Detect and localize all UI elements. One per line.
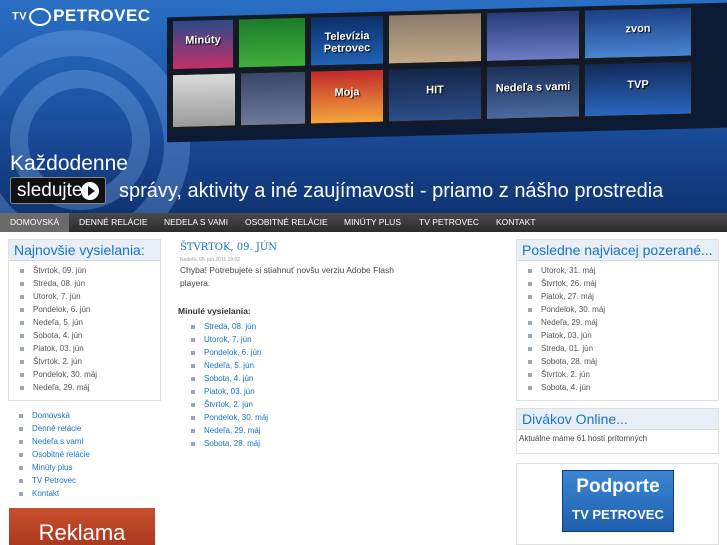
online-viewers-count: Aktuálne máme 61 hostí prítomných [519, 434, 648, 443]
nav-item-nedela-s-vami[interactable]: NEDELA S VAMI [154, 213, 238, 232]
watch-button[interactable]: sledujte [10, 177, 106, 204]
side-menu-item-domovska[interactable]: Domovská [8, 409, 158, 422]
monitor-tile: HIT [387, 65, 483, 124]
logo-name: PETROVEC [53, 6, 151, 25]
side-menu-item-denne-relacie[interactable]: Denné relácie [8, 422, 158, 435]
monitor-tile: Nedeľa s vami [485, 62, 581, 122]
latest-broadcasts-list: Štvrtok, 09. jún Streda, 08. jún Utorok,… [9, 261, 160, 394]
side-menu-item-nedela-s-vami[interactable]: Nedeľa s vami [8, 435, 158, 448]
monitor-tile [237, 15, 307, 70]
play-icon [81, 182, 99, 200]
list-item[interactable]: Štvrtok, 2. jún [517, 368, 718, 381]
side-menu-item-tv-petrovec[interactable]: TV Petrovec [8, 474, 158, 487]
monitor-wall: Minúty Televízia Petrovec zvon Moja HIT … [167, 2, 727, 143]
site-logo[interactable]: TV PETROVEC [12, 6, 151, 26]
latest-broadcasts-box: Najnovšie vysielania: Štvrtok, 09. jún S… [8, 239, 161, 401]
list-item[interactable]: Utorok, 31. máj [517, 264, 718, 277]
monitor-tile [387, 11, 483, 66]
most-viewed-list: Utorok, 31. máj Štvrtok, 26. máj Piatok,… [517, 261, 718, 394]
list-item[interactable]: Pondelok, 6. jún [180, 346, 380, 359]
most-viewed-box: Posledne najviacej pozerané... Utorok, 3… [516, 239, 719, 401]
nav-item-kontakt[interactable]: KONTAKT [486, 213, 546, 232]
list-item[interactable]: Utorok, 7. jún [180, 333, 380, 346]
list-item[interactable]: Pondelok, 6. jún [9, 303, 160, 316]
main-navigation: DOMOVSKÁ DENNÉ RELÁCIE NEDELA S VAMI OSO… [0, 213, 727, 232]
side-menu-item-osobitne-relacie[interactable]: Osobitné relácie [8, 448, 158, 461]
list-item[interactable]: Piatok, 03. jún [517, 329, 718, 342]
list-item[interactable]: Pondelok, 30. máj [9, 368, 160, 381]
list-item[interactable]: Piatok, 27. máj [517, 290, 718, 303]
list-item[interactable]: Nedeľa, 5. jún [180, 359, 380, 372]
content-area: Najnovšie vysielania: Štvrtok, 09. jún S… [0, 232, 727, 545]
nav-item-tv-petrovec[interactable]: TV PETROVEC [409, 213, 489, 232]
list-item[interactable]: Nedeľa, 29. máj [180, 424, 380, 437]
side-menu-item-kontakt[interactable]: Kontakt [8, 487, 158, 500]
monitor-tile: Minúty [171, 17, 235, 72]
list-item[interactable]: Pondelok, 30. máj [180, 411, 380, 424]
monitor-tile: Televízia Petrovec [309, 13, 385, 68]
side-menu-item-minuty-plus[interactable]: Minúty plus [8, 461, 158, 474]
list-item[interactable]: Štvrtok, 26. máj [517, 277, 718, 290]
list-item[interactable]: Štvrtok, 2. jún [9, 355, 160, 368]
nav-item-minuty-plus[interactable]: MINÚTY PLUS [334, 213, 411, 232]
logo-tv: TV [12, 10, 28, 23]
article-title[interactable]: ŠTVRTOK, 09. JÚN [180, 242, 277, 253]
list-item[interactable]: Nedeľa, 29. máj [9, 381, 160, 394]
list-item[interactable]: Pondelok, 30. máj [517, 303, 718, 316]
online-viewers-title: Divákov Online... [517, 409, 718, 430]
support-banner[interactable]: Podporte TV PETROVEC [562, 470, 674, 532]
online-viewers-box: Divákov Online... Aktuálne máme 61 hostí… [516, 408, 719, 454]
ad-label: Reklama [38, 520, 126, 545]
list-item[interactable]: Streda, 08. jún [9, 277, 160, 290]
list-item[interactable]: Nedeľa, 29. máj [517, 316, 718, 329]
list-item[interactable]: Piatok, 03. jún [9, 342, 160, 355]
ad-banner[interactable]: Reklama [9, 508, 155, 545]
monitor-tile: zvon [583, 5, 693, 61]
most-viewed-title: Posledne najviacej pozerané... [517, 240, 718, 261]
list-item[interactable]: Sobota, 28. máj [517, 355, 718, 368]
list-item[interactable]: Sobota, 4. jún [9, 329, 160, 342]
logo-mark-icon [29, 7, 52, 26]
list-item[interactable]: Streda, 08. jún [180, 320, 380, 333]
list-item[interactable]: Sobota, 28. máj [180, 437, 380, 450]
past-broadcasts-list: Streda, 08. jún Utorok, 7. jún Pondelok,… [180, 320, 380, 450]
list-item[interactable]: Sobota, 4. jún [180, 372, 380, 385]
list-item[interactable]: Sobota, 4. jún [517, 381, 718, 394]
side-menu: Domovská Denné relácie Nedeľa s vami Oso… [8, 409, 158, 500]
list-item[interactable]: Streda, 01. jún [517, 342, 718, 355]
past-broadcasts-heading: Minulé vysielania: [178, 306, 251, 316]
article-meta: Nedeľa, 05. jún 2011 19:02 [180, 257, 241, 263]
nav-item-denne-relacie[interactable]: DENNÉ RELÁCIE [69, 213, 158, 232]
monitor-tile [239, 69, 307, 128]
tagline-prefix: Každodenne [10, 152, 128, 175]
watch-button-label: sledujte [17, 180, 83, 201]
tagline: správy, aktivity a iné zaujímavosti - pr… [119, 180, 664, 202]
support-banner-line2: TV PETROVEC [572, 507, 664, 522]
nav-item-osobitne-relacie[interactable]: OSOBITNÉ RELÁCIE [235, 213, 338, 232]
page: TV PETROVEC Minúty Televízia Petrovec zvo… [0, 0, 727, 545]
nav-item-domovska[interactable]: DOMOVSKÁ [0, 213, 70, 232]
latest-broadcasts-title: Najnovšie vysielania: [9, 240, 160, 261]
monitor-tile [485, 8, 581, 64]
monitor-tile: Moja [309, 67, 385, 126]
flash-error-message: Chyba! Potrebujete si stiahnuť novšu ver… [180, 265, 394, 288]
monitor-tile [171, 71, 237, 130]
list-item[interactable]: Štvrtok, 2. jún [180, 398, 380, 411]
list-item[interactable]: Nedeľa, 5. jún [9, 316, 160, 329]
header-banner: TV PETROVEC Minúty Televízia Petrovec zvo… [0, 0, 727, 213]
support-banner-line1: Podporte [576, 476, 660, 497]
list-item[interactable]: Utorok, 7. jún [9, 290, 160, 303]
monitor-tile: TVP [583, 59, 693, 119]
list-item[interactable]: Piatok, 03. jún [180, 385, 380, 398]
list-item[interactable]: Štvrtok, 09. jún [9, 264, 160, 277]
